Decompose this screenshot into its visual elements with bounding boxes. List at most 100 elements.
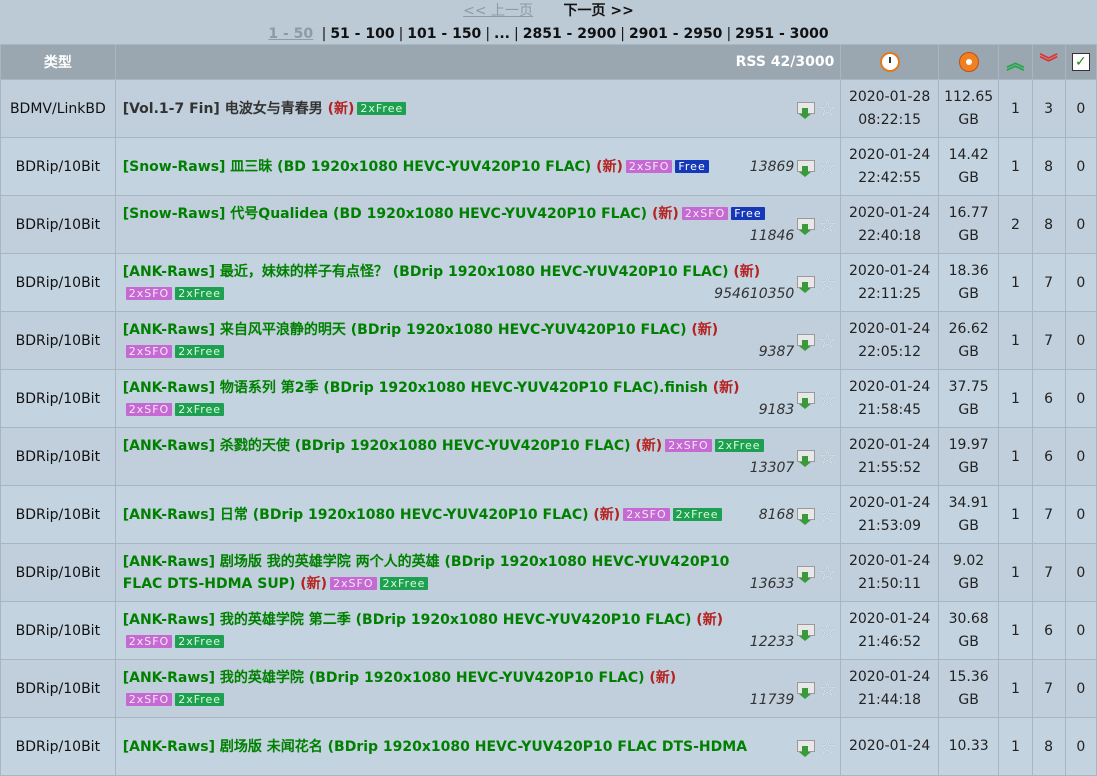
torrent-title-link[interactable]: [ANK-Raws] 我的英雄学院 (BDrip 1920x1080 HEVC-… xyxy=(123,667,795,689)
seeders-count[interactable]: 1 xyxy=(998,79,1033,138)
completed-count[interactable]: 0 xyxy=(1064,253,1097,312)
download-icon[interactable] xyxy=(796,158,816,177)
torrent-title-link[interactable]: [Snow-Raws] 皿三昧 (BD 1920x1080 HEVC-YUV42… xyxy=(123,156,709,178)
download-icon[interactable] xyxy=(796,332,816,351)
completed-count[interactable]: 0 xyxy=(1064,427,1097,486)
completed-count[interactable]: 0 xyxy=(1064,543,1097,602)
download-icon[interactable] xyxy=(796,390,816,409)
page-link[interactable]: 2901 - 2950 xyxy=(629,26,723,42)
completed-count[interactable]: 0 xyxy=(1064,195,1097,254)
download-icon[interactable] xyxy=(796,564,816,583)
leechers-count[interactable]: 7 xyxy=(1031,311,1066,370)
leechers-count[interactable]: 8 xyxy=(1031,717,1066,776)
leechers-count[interactable]: 7 xyxy=(1031,659,1066,718)
rss-link[interactable]: RSS 42/3000 xyxy=(114,44,842,80)
bookmark-star-icon[interactable]: ☆ xyxy=(818,331,836,351)
download-icon[interactable] xyxy=(796,738,816,757)
torrent-title-continued[interactable]: FLAC DTS-HDMA SUP) (新) 2xSFO 2xFree xyxy=(123,573,429,595)
leechers-count[interactable]: 6 xyxy=(1031,427,1066,486)
seeders-count[interactable]: 1 xyxy=(998,485,1033,544)
torrent-title-link[interactable]: [ANK-Raws] 剧场版 未闻花名 (BDrip 1920x1080 HEV… xyxy=(123,736,795,758)
category-cell[interactable]: BDRip/10Bit xyxy=(0,311,116,370)
seeders-count[interactable]: 1 xyxy=(998,311,1033,370)
column-header-size[interactable] xyxy=(937,44,1000,80)
leechers-count[interactable]: 6 xyxy=(1031,369,1066,428)
bookmark-star-icon[interactable]: ☆ xyxy=(818,505,836,525)
torrent-title-link[interactable]: [ANK-Raws] 日常 (BDrip 1920x1080 HEVC-YUV4… xyxy=(123,504,722,526)
download-icon[interactable] xyxy=(796,680,816,699)
leechers-count[interactable]: 7 xyxy=(1031,485,1066,544)
current-page-link[interactable]: 1 - 50 xyxy=(268,26,313,42)
page-link[interactable]: 101 - 150 xyxy=(407,26,481,42)
leechers-count[interactable]: 6 xyxy=(1031,601,1066,660)
completed-count[interactable]: 0 xyxy=(1064,311,1097,370)
column-header-seeders[interactable]: ︽ xyxy=(998,44,1033,80)
column-header-type[interactable]: 类型 xyxy=(0,44,116,80)
torrent-title-link[interactable]: [ANK-Raws] 杀戮的天使 (BDrip 1920x1080 HEVC-Y… xyxy=(123,435,795,457)
seeders-count[interactable]: 1 xyxy=(998,543,1033,602)
bookmark-star-icon[interactable]: ☆ xyxy=(818,447,836,467)
completed-count[interactable]: 0 xyxy=(1064,717,1097,776)
bookmark-star-icon[interactable]: ☆ xyxy=(818,679,836,699)
category-cell[interactable]: BDRip/10Bit xyxy=(0,659,116,718)
category-cell[interactable]: BDRip/10Bit xyxy=(0,427,116,486)
next-page-link[interactable]: 下一页 >> xyxy=(564,3,634,19)
seeders-count[interactable]: 1 xyxy=(998,601,1033,660)
category-cell[interactable]: BDRip/10Bit xyxy=(0,601,116,660)
seeders-count[interactable]: 2 xyxy=(998,195,1033,254)
seeders-count[interactable]: 1 xyxy=(998,369,1033,428)
torrent-title-link[interactable]: [Snow-Raws] 代号Qualidea (BD 1920x1080 HEV… xyxy=(123,203,795,225)
torrent-title-link[interactable]: [ANK-Raws] 来自风平浪静的明天 (BDrip 1920x1080 HE… xyxy=(123,319,795,341)
download-icon[interactable] xyxy=(796,100,816,119)
download-icon[interactable] xyxy=(796,506,816,525)
download-icon[interactable] xyxy=(796,216,816,235)
bookmark-star-icon[interactable]: ☆ xyxy=(818,621,836,641)
category-cell[interactable]: BDRip/10Bit xyxy=(0,543,116,602)
leechers-count[interactable]: 8 xyxy=(1031,137,1066,196)
category-cell[interactable]: BDRip/10Bit xyxy=(0,253,116,312)
completed-count[interactable]: 0 xyxy=(1064,485,1097,544)
completed-count[interactable]: 0 xyxy=(1064,137,1097,196)
category-cell[interactable]: BDMV/LinkBD xyxy=(0,79,116,138)
seeders-count[interactable]: 1 xyxy=(998,137,1033,196)
bookmark-star-icon[interactable]: ☆ xyxy=(818,157,836,177)
category-cell[interactable]: BDRip/10Bit xyxy=(0,369,116,428)
torrent-title-link[interactable]: [ANK-Raws] 最近，妹妹的样子有点怪？ (BDrip 1920x1080… xyxy=(123,261,795,283)
torrent-title-link[interactable]: [Vol.1-7 Fin] 电波女与青春男 (新) 2xFree xyxy=(123,98,795,120)
column-header-leechers[interactable]: ︾ xyxy=(1031,44,1066,80)
completed-count[interactable]: 0 xyxy=(1064,659,1097,718)
leechers-count[interactable]: 8 xyxy=(1031,195,1066,254)
completed-count[interactable]: 0 xyxy=(1064,601,1097,660)
leechers-count[interactable]: 7 xyxy=(1031,253,1066,312)
page-link[interactable]: 2951 - 3000 xyxy=(735,26,829,42)
leechers-count[interactable]: 7 xyxy=(1031,543,1066,602)
bookmark-star-icon[interactable]: ☆ xyxy=(818,99,836,119)
column-header-completed[interactable]: ✓ xyxy=(1064,44,1097,80)
category-cell[interactable]: BDRip/10Bit xyxy=(0,485,116,544)
torrent-title-link[interactable]: [ANK-Raws] 剧场版 我的英雄学院 两个人的英雄 (BDrip 1920… xyxy=(123,551,795,573)
bookmark-star-icon[interactable]: ☆ xyxy=(818,215,836,235)
page-link[interactable]: 2851 - 2900 xyxy=(523,26,617,42)
seeders-count[interactable]: 1 xyxy=(998,253,1033,312)
category-cell[interactable]: BDRip/10Bit xyxy=(0,717,116,776)
torrent-title-link[interactable]: [ANK-Raws] 物语系列 第2季 (BDrip 1920x1080 HEV… xyxy=(123,377,795,399)
seeders-count[interactable]: 1 xyxy=(998,659,1033,718)
column-header-time[interactable] xyxy=(840,44,939,80)
torrent-title-link[interactable]: [ANK-Raws] 我的英雄学院 第二季 (BDrip 1920x1080 H… xyxy=(123,609,795,631)
leechers-count[interactable]: 3 xyxy=(1031,79,1066,138)
bookmark-star-icon[interactable]: ☆ xyxy=(818,389,836,409)
bookmark-star-icon[interactable]: ☆ xyxy=(818,273,836,293)
completed-count[interactable]: 0 xyxy=(1064,79,1097,138)
page-link[interactable]: 51 - 100 xyxy=(330,26,394,42)
completed-count[interactable]: 0 xyxy=(1064,369,1097,428)
download-icon[interactable] xyxy=(796,274,816,293)
seeders-count[interactable]: 1 xyxy=(998,427,1033,486)
download-icon[interactable] xyxy=(796,622,816,641)
bookmark-star-icon[interactable]: ☆ xyxy=(818,563,836,583)
bookmark-star-icon[interactable]: ☆ xyxy=(818,737,836,757)
seeders-count[interactable]: 1 xyxy=(998,717,1033,776)
download-icon[interactable] xyxy=(796,448,816,467)
category-cell[interactable]: BDRip/10Bit xyxy=(0,137,116,196)
prev-page-link[interactable]: << 上一页 xyxy=(463,3,533,19)
category-cell[interactable]: BDRip/10Bit xyxy=(0,195,116,254)
